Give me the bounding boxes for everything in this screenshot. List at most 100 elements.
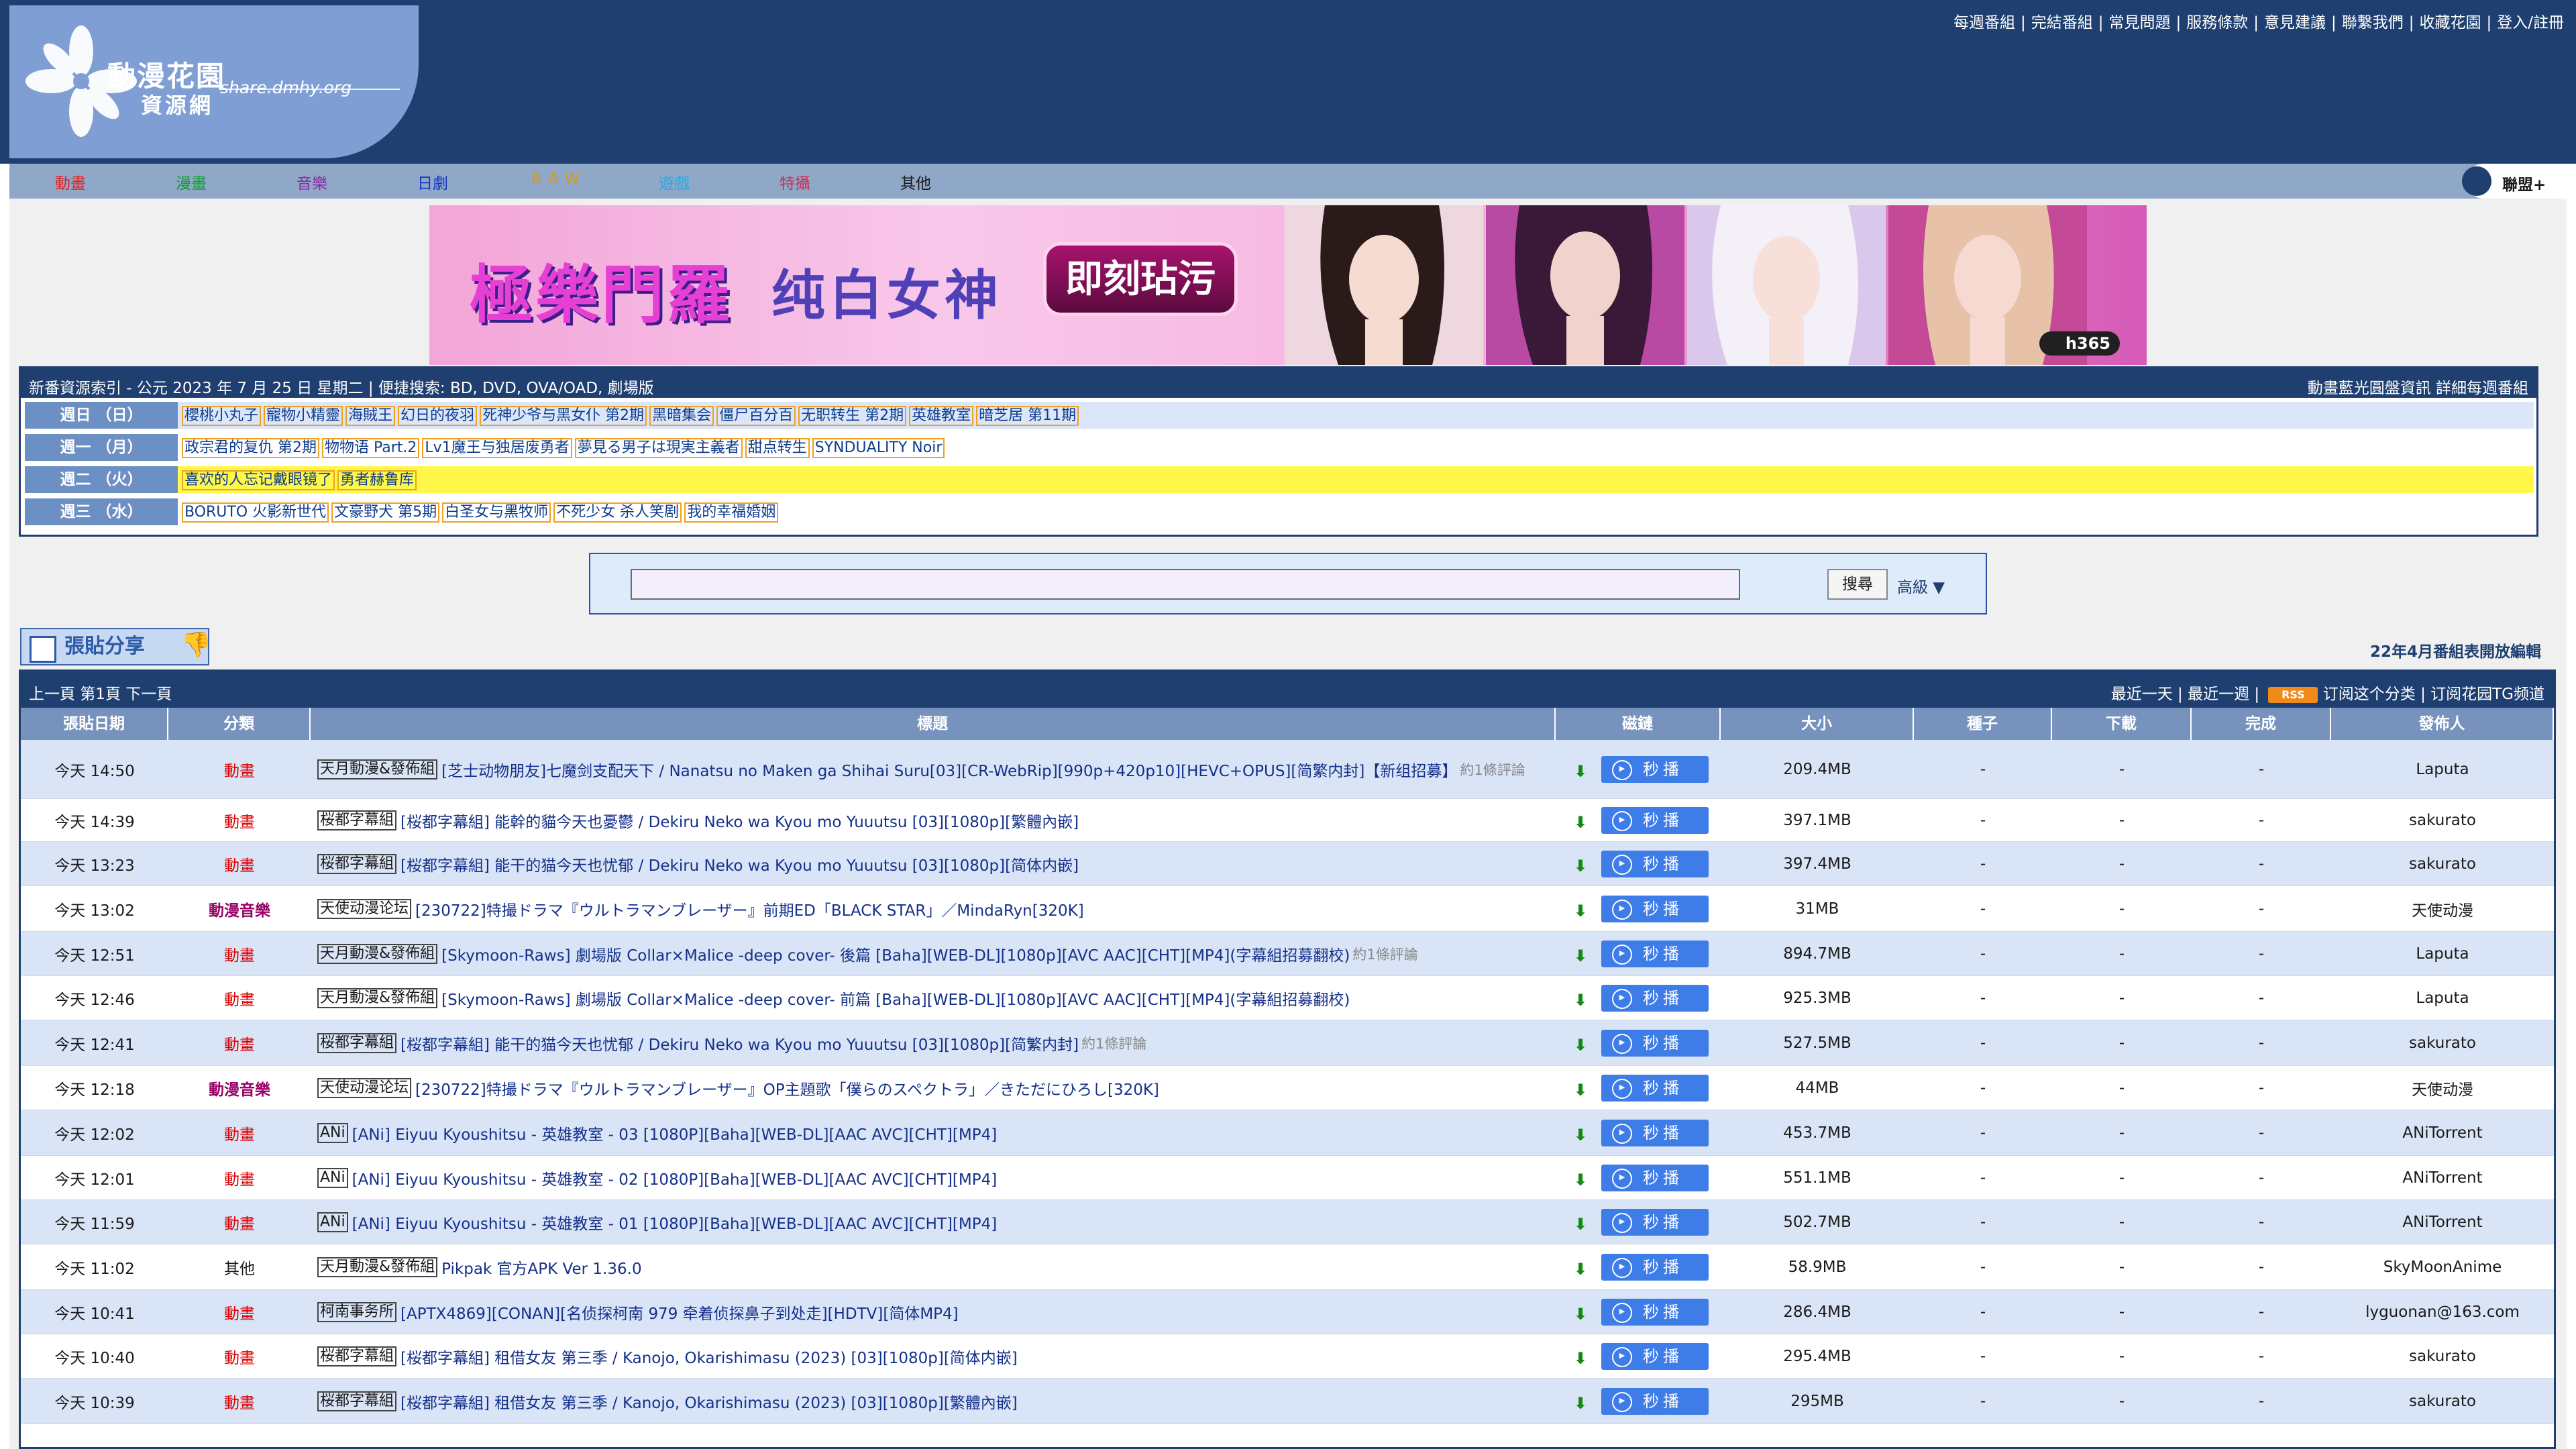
team-tag[interactable]: 天使动漫论坛 — [317, 898, 412, 919]
torrent-title-link[interactable]: [APTX4869][CONAN][名侦探柯南 979 牵着侦探鼻子到处走][H… — [400, 1301, 959, 1324]
ad-banner[interactable]: 極樂門羅 纯白女神 即刻玷污 h365 — [429, 205, 2147, 365]
publisher-link[interactable]: ANiTorrent — [2331, 1156, 2554, 1199]
torrent-title-link[interactable]: [桜都字幕組] 能干的猫今天也忧郁 / Dekiru Neko wa Kyou … — [400, 1032, 1079, 1055]
category-link[interactable]: 其他 — [168, 1244, 311, 1289]
instant-play-button[interactable]: 秒播 — [1601, 1074, 1709, 1102]
team-tag[interactable]: 天月動漫&發佈組 — [317, 1256, 438, 1277]
instant-play-button[interactable]: 秒播 — [1601, 1119, 1709, 1146]
publisher-link[interactable]: ANiTorrent — [2331, 1200, 2554, 1244]
instant-play-button[interactable]: 秒播 — [1601, 1298, 1709, 1326]
top-link[interactable]: 收藏花園 — [2420, 14, 2481, 32]
schedule-edit-notice[interactable]: 22年4月番組表開放編輯 — [2370, 639, 2541, 661]
comment-count[interactable]: 約1條評論 — [1352, 944, 1417, 964]
instant-play-button[interactable]: 秒播 — [1601, 940, 1709, 967]
team-tag[interactable]: 天月動漫&發佈組 — [317, 759, 438, 780]
col-publisher-header[interactable]: 發佈人 — [2331, 708, 2554, 740]
torrent-title-link[interactable]: [ANi] Eiyuu Kyoushitsu - 英雄教室 - 01 [1080… — [352, 1211, 998, 1234]
tg-channel-link[interactable]: 订阅花园TG频道 — [2430, 686, 2544, 703]
top-link[interactable]: 聯繫我們 — [2342, 14, 2404, 32]
team-tag[interactable]: 天月動漫&發佈組 — [317, 987, 438, 1008]
instant-play-button[interactable]: 秒播 — [1601, 984, 1709, 1012]
schedule-show-link[interactable]: 海賊王 — [345, 406, 396, 426]
publisher-link[interactable]: SkyMoonAnime — [2331, 1244, 2554, 1289]
instant-play-button[interactable]: 秒播 — [1601, 755, 1709, 783]
instant-play-button[interactable]: 秒播 — [1601, 1029, 1709, 1057]
schedule-show-link[interactable]: 英雄教室 — [909, 406, 974, 426]
publisher-link[interactable]: sakurato — [2331, 799, 2554, 841]
col-completed-header[interactable]: 完成 — [2192, 708, 2331, 740]
schedule-show-link[interactable]: 喜欢的人忘记戴眼镜了 — [182, 470, 335, 490]
schedule-show-link[interactable]: 僵尸百分百 — [716, 406, 796, 426]
torrent-title-link[interactable]: [桜都字幕組] 租借女友 第三季 / Kanojo, Okarishimasu … — [400, 1390, 1018, 1413]
category-link[interactable]: 動畫 — [168, 740, 311, 798]
category-link[interactable]: 動畫 — [168, 1290, 311, 1334]
recent-day-link[interactable]: 最近一天 — [2111, 686, 2173, 703]
torrent-title-link[interactable]: Pikpak 官方APK Ver 1.36.0 — [441, 1256, 641, 1279]
instant-play-button[interactable]: 秒播 — [1601, 895, 1709, 922]
torrent-title-link[interactable]: [桜都字幕組] 能幹的貓今天也憂鬱 / Dekiru Neko wa Kyou … — [400, 809, 1079, 832]
torrent-title-link[interactable]: [芝士动物朋友]七魔剑支配天下 / Nanatsu no Maken ga Sh… — [441, 758, 1457, 781]
top-link[interactable]: 常見問題 — [2109, 14, 2171, 32]
rss-icon[interactable]: RSS — [2268, 686, 2318, 703]
schedule-show-link[interactable]: 勇者赫鲁库 — [337, 470, 417, 490]
publisher-link[interactable]: Laputa — [2331, 976, 2554, 1020]
magnet-download-icon[interactable]: ⬇ — [1573, 948, 1588, 964]
schedule-links[interactable]: 動畫藍光圓盤資訊 詳細每週番組 — [2308, 375, 2528, 398]
magnet-download-icon[interactable]: ⬇ — [1573, 858, 1588, 874]
magnet-download-icon[interactable]: ⬇ — [1573, 1306, 1588, 1322]
instant-play-button[interactable]: 秒播 — [1601, 806, 1709, 834]
site-logo[interactable]: 動漫花園 資源網 share.dmhy.org — [9, 5, 419, 158]
category-link[interactable]: 動漫音樂 — [168, 886, 311, 931]
category-link[interactable]: 動漫音樂 — [168, 1066, 311, 1110]
col-category-header[interactable]: 分類 — [168, 708, 311, 740]
top-link[interactable]: 意見建議 — [2264, 14, 2326, 32]
schedule-show-link[interactable]: 寵物小精靈 — [264, 406, 343, 426]
subscribe-category-link[interactable]: 订阅这个分类 — [2323, 686, 2416, 703]
magnet-download-icon[interactable]: ⬇ — [1573, 814, 1588, 830]
category-link[interactable]: 動畫 — [168, 842, 311, 885]
instant-play-button[interactable]: 秒播 — [1601, 1253, 1709, 1281]
nav-item-tokusatsu[interactable]: 特攝 — [780, 170, 810, 193]
schedule-show-link[interactable]: 文豪野犬 第5期 — [331, 502, 440, 523]
magnet-download-icon[interactable]: ⬇ — [1573, 1216, 1588, 1232]
torrent-title-link[interactable]: [Skymoon-Raws] 劇場版 Collar×Malice -deep c… — [441, 943, 1350, 965]
col-seeds-header[interactable]: 種子 — [1914, 708, 2052, 740]
comment-count[interactable]: 約1條評論 — [1460, 759, 1525, 780]
schedule-show-link[interactable]: SYNDUALITY Noir — [812, 438, 945, 458]
category-link[interactable]: 動畫 — [168, 1200, 311, 1244]
nav-item-game[interactable]: 遊戲 — [659, 170, 690, 193]
nav-item-other[interactable]: 其他 — [900, 170, 931, 193]
banner-cta-button[interactable]: 即刻玷污 — [1043, 242, 1238, 316]
recent-week-link[interactable]: 最近一週 — [2188, 686, 2249, 703]
publisher-link[interactable]: ANiTorrent — [2331, 1110, 2554, 1155]
publisher-link[interactable]: 天使动漫 — [2331, 1066, 2554, 1110]
torrent-title-link[interactable]: [ANi] Eiyuu Kyoushitsu - 英雄教室 - 02 [1080… — [352, 1167, 998, 1189]
torrent-title-link[interactable]: [230722]特撮ドラマ『ウルトラマンブレーザー』OP主題歌「僕らのスペクトラ… — [415, 1077, 1159, 1099]
schedule-show-link[interactable]: 暗芝居 第11期 — [976, 406, 1079, 426]
category-link[interactable]: 動畫 — [168, 799, 311, 841]
col-downloads-header[interactable]: 下載 — [2052, 708, 2192, 740]
category-link[interactable]: 動畫 — [168, 1334, 311, 1378]
magnet-download-icon[interactable]: ⬇ — [1573, 1261, 1588, 1277]
category-link[interactable]: 動畫 — [168, 932, 311, 975]
category-link[interactable]: 動畫 — [168, 976, 311, 1020]
top-link[interactable]: 登入/註冊 — [2497, 14, 2564, 32]
magnet-download-icon[interactable]: ⬇ — [1573, 903, 1588, 919]
schedule-show-link[interactable]: 甜点转生 — [745, 438, 810, 458]
search-input[interactable] — [631, 569, 1740, 600]
nav-item-music[interactable]: 音樂 — [297, 170, 327, 193]
instant-play-button[interactable]: 秒播 — [1601, 1208, 1709, 1236]
instant-play-button[interactable]: 秒播 — [1601, 1164, 1709, 1191]
publisher-link[interactable]: 天使动漫 — [2331, 886, 2554, 931]
magnet-download-icon[interactable]: ⬇ — [1573, 1127, 1588, 1143]
category-link[interactable]: 動畫 — [168, 1156, 311, 1199]
magnet-download-icon[interactable]: ⬇ — [1573, 1395, 1588, 1411]
schedule-show-link[interactable]: BORUTO 火影新世代 — [182, 502, 329, 523]
publisher-link[interactable]: sakurato — [2331, 842, 2554, 885]
schedule-show-link[interactable]: 幻日的夜羽 — [398, 406, 478, 426]
team-tag[interactable]: 桜都字幕組 — [317, 1346, 397, 1366]
team-tag[interactable]: 桜都字幕組 — [317, 1391, 397, 1411]
schedule-show-link[interactable]: 死神少爷与黑女仆 第2期 — [480, 406, 647, 426]
schedule-show-link[interactable]: 政宗君的复仇 第2期 — [182, 438, 319, 458]
top-link[interactable]: 完結番組 — [2031, 14, 2093, 32]
